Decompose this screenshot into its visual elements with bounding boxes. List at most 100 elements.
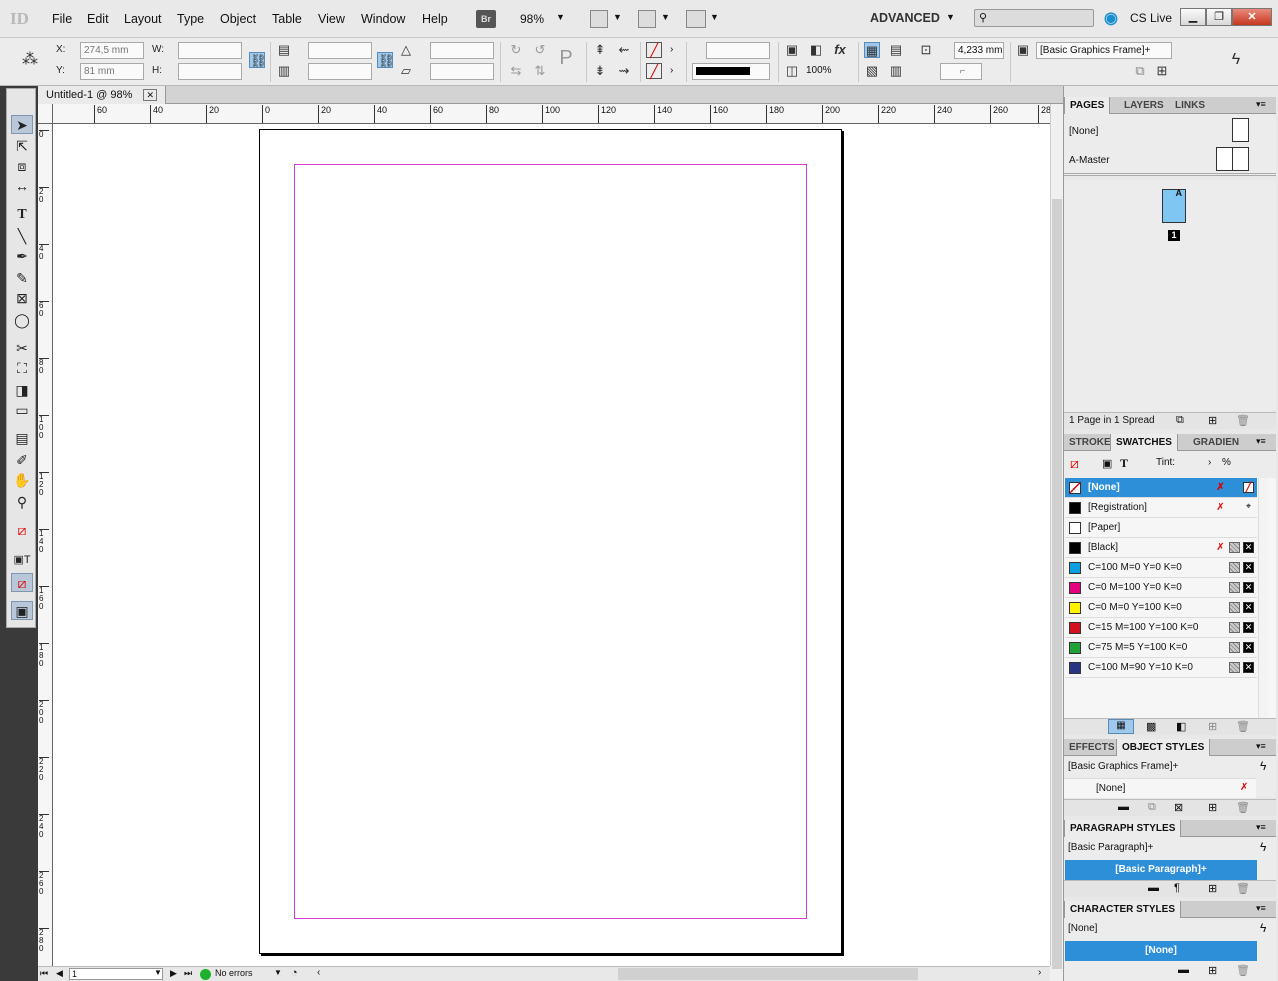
trash-icon[interactable]: 🗑 <box>1236 964 1250 977</box>
flip-h-icon[interactable]: ⇆ <box>508 63 524 79</box>
selection-tool-icon[interactable]: ➤ <box>11 115 33 134</box>
show-all-swatches-icon[interactable]: ▦ <box>1108 719 1134 734</box>
menu-file[interactable]: File <box>52 12 72 26</box>
type-tool-icon[interactable]: T <box>11 205 33 224</box>
formatting-affects-icon[interactable]: ▣T <box>11 551 33 570</box>
minimize-button[interactable]: ▁ <box>1180 8 1206 26</box>
clear-overrides-icon[interactable]: ¶ <box>1174 882 1180 894</box>
tab-effects[interactable]: EFFECTS <box>1064 739 1120 756</box>
ellipse-tool-icon[interactable]: ◯ <box>11 311 33 330</box>
new-group-icon[interactable]: ▬ <box>1178 964 1189 976</box>
tab-paragraph-styles[interactable]: PARAGRAPH STYLES <box>1064 820 1182 837</box>
reference-point-icon[interactable]: ⁂ <box>22 52 38 68</box>
effects-fx-icon[interactable]: fx <box>832 42 848 58</box>
menu-help[interactable]: Help <box>422 12 448 26</box>
frame-fitting-icon[interactable]: ▧ <box>864 63 880 79</box>
rotate-ccw-icon[interactable]: ↺ <box>532 42 548 58</box>
new-style-icon[interactable]: ⊞ <box>1154 63 1170 79</box>
master-a[interactable]: A-Master <box>1069 155 1110 166</box>
ruler-origin[interactable] <box>38 104 53 124</box>
new-page-icon[interactable]: ⊞ <box>1208 414 1217 427</box>
stroke-weight-value[interactable]: 4,233 mm <box>954 42 1004 59</box>
scroll-left-icon[interactable]: ‹ <box>317 967 320 978</box>
swatch-list-scrollbar[interactable] <box>1258 478 1268 718</box>
swatch-row[interactable]: C=0 M=100 Y=0 K=0 ✕ <box>1065 578 1257 598</box>
chevron-down-icon[interactable]: ▼ <box>710 12 719 22</box>
pencil-tool-icon[interactable]: ✎ <box>11 269 33 288</box>
trash-icon[interactable]: 🗑 <box>1236 882 1250 895</box>
scale-x-field[interactable] <box>308 42 372 59</box>
open-file-icon[interactable]: ◔ <box>291 967 298 979</box>
menu-edit[interactable]: Edit <box>87 12 109 26</box>
new-style-icon[interactable]: ⊞ <box>1208 882 1217 895</box>
line-tool-icon[interactable]: ╲ <box>11 227 33 246</box>
character-style-selected[interactable]: [None] <box>1065 941 1257 961</box>
height-field[interactable] <box>178 63 242 80</box>
container-icon[interactable]: ▣ <box>1102 457 1112 470</box>
swatch-row[interactable]: C=100 M=0 Y=0 K=0 ✕ <box>1065 558 1257 578</box>
constrain-scale-icon[interactable]: ⛓ <box>377 52 395 68</box>
select-content-icon[interactable]: ⇟ <box>592 63 608 79</box>
tab-pages[interactable]: PAGES <box>1064 97 1111 114</box>
eyedropper-tool-icon[interactable]: ✐ <box>11 451 33 470</box>
text-icon[interactable]: T <box>1120 456 1128 471</box>
tab-object-styles[interactable]: OBJECT STYLES <box>1116 739 1211 756</box>
fill-stroke-icon[interactable]: ⧄ <box>1070 455 1079 472</box>
select-previous-icon[interactable]: ⇜ <box>616 42 632 58</box>
search-input[interactable]: ⚲ <box>974 9 1094 27</box>
tab-stroke[interactable]: STROKE <box>1064 434 1116 451</box>
direct-selection-tool-icon[interactable]: ⇱ <box>11 137 33 156</box>
gradient-feather-tool-icon[interactable]: ▭ <box>11 401 33 420</box>
clear-attributes-icon[interactable]: ⊠ <box>1174 801 1183 814</box>
swatch-row[interactable]: C=15 M=100 Y=100 K=0 ✕ <box>1065 618 1257 638</box>
first-page-icon[interactable]: ⏮ <box>40 968 48 979</box>
rotate-cw-icon[interactable]: ↻ <box>508 42 524 58</box>
new-style-icon[interactable]: ⊞ <box>1208 801 1217 814</box>
lightning-icon[interactable]: ϟ <box>1260 840 1266 854</box>
master-none-thumb[interactable] <box>1232 118 1249 142</box>
chevron-right-icon[interactable]: › <box>670 65 673 76</box>
opacity-value[interactable]: 100% <box>806 65 832 76</box>
menu-window[interactable]: Window <box>361 12 405 26</box>
rotate-icon[interactable]: △ <box>398 42 414 58</box>
master-a-left-thumb[interactable] <box>1216 147 1233 171</box>
bridge-button[interactable]: Br <box>476 10 496 28</box>
trash-icon[interactable]: 🗑 <box>1236 720 1250 733</box>
fill-stroke-swatch-icon[interactable]: ⧄ <box>11 521 33 540</box>
menu-table[interactable]: Table <box>272 12 302 26</box>
corner-shape-select[interactable]: ⌐ <box>940 63 982 80</box>
swatch-row[interactable]: [None] ✗ ╱ <box>1065 478 1257 498</box>
cs-live-button[interactable]: CS Live <box>1130 11 1172 25</box>
tab-layers[interactable]: LAYERS <box>1119 97 1169 114</box>
gap-tool-icon[interactable]: ↔ <box>11 177 33 196</box>
scissors-tool-icon[interactable]: ✂ <box>11 339 33 358</box>
screen-mode-icon[interactable]: ▣ <box>11 601 33 620</box>
corner-options-icon[interactable]: ⊡ <box>918 42 934 58</box>
menu-object[interactable]: Object <box>220 12 256 26</box>
zoom-level[interactable]: 98% <box>520 12 544 26</box>
chevron-down-icon[interactable]: ▼ <box>613 12 622 22</box>
screen-mode-icon[interactable] <box>638 10 656 28</box>
close-icon[interactable]: ✕ <box>143 89 157 101</box>
fill-none-icon[interactable]: ╱ <box>646 42 662 58</box>
panel-menu-icon[interactable]: ▾≡ <box>1256 741 1266 752</box>
swatch-row[interactable]: C=100 M=90 Y=10 K=0 ✕ <box>1065 658 1257 678</box>
stroke-align-center-icon[interactable]: ▦ <box>864 42 880 58</box>
clear-overrides-icon[interactable]: ⧉ <box>1132 63 1148 79</box>
gradient-swatch-tool-icon[interactable]: ◨ <box>11 381 33 400</box>
tab-swatches[interactable]: SWATCHES <box>1110 434 1178 451</box>
page-1-thumb[interactable]: A <box>1162 188 1186 223</box>
master-a-right-thumb[interactable] <box>1232 147 1249 171</box>
workspace-switcher[interactable]: ADVANCED <box>870 11 940 25</box>
flip-v-icon[interactable]: ⇅ <box>532 63 548 79</box>
stroke-align-inside-icon[interactable]: ▤ <box>888 42 904 58</box>
clear-overrides-icon[interactable]: ⧉ <box>1148 801 1156 814</box>
panel-menu-icon[interactable]: ▾≡ <box>1256 436 1266 447</box>
view-options-icon[interactable] <box>590 10 608 28</box>
new-group-icon[interactable]: ▬ <box>1118 801 1129 813</box>
scale-x-icon[interactable]: ▤ <box>276 42 292 58</box>
horizontal-scroll-thumb[interactable] <box>618 968 918 980</box>
apply-none-icon[interactable]: ⧄ <box>11 573 33 592</box>
zoom-dropdown-icon[interactable]: ▼ <box>556 12 565 22</box>
hand-tool-icon[interactable]: ✋ <box>11 471 33 490</box>
